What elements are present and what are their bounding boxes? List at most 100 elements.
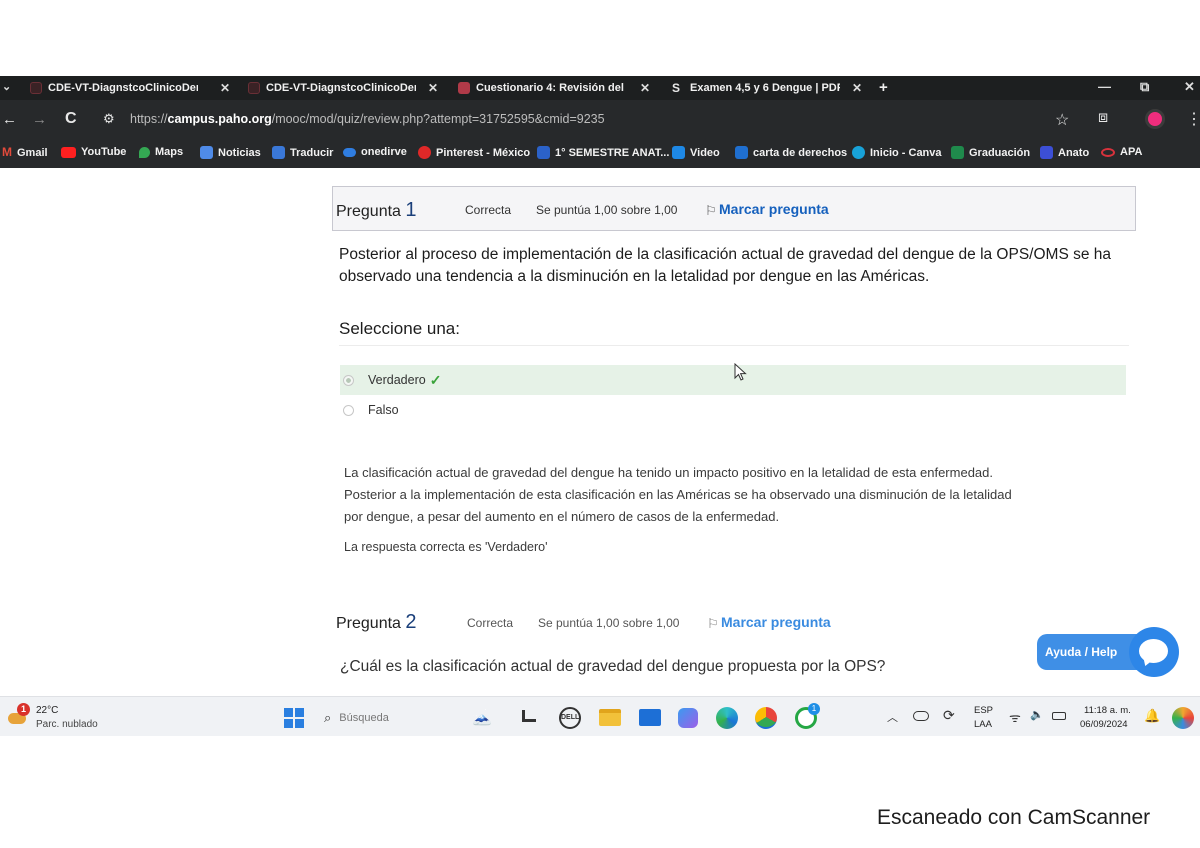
bookmark-graduacion[interactable]: Graduación [951, 146, 1030, 159]
flag-question-link[interactable]: Marcar pregunta [719, 201, 829, 217]
notification-bell-icon[interactable]: 🔔 [1144, 708, 1160, 724]
url-path: /mooc/mod/quiz/review.php?attempt=317525… [271, 112, 605, 126]
bookmark-maps[interactable]: Maps [139, 146, 183, 158]
forward-icon[interactable]: → [32, 111, 47, 128]
whatsapp-badge: 1 [808, 703, 820, 715]
clock-time[interactable]: 11:18 a. m. [1084, 705, 1131, 716]
question-state: Correcta [465, 203, 512, 217]
bookmark-youtube[interactable]: YouTube [61, 146, 126, 158]
bookmark-word-doc[interactable]: 1° SEMESTRE ANAT... [537, 146, 669, 159]
url-field[interactable]: https://campus.paho.org/mooc/mod/quiz/re… [130, 112, 605, 126]
bookmark-video[interactable]: Video [672, 146, 720, 159]
tab-2[interactable]: CDE-VT-DiagnstcoClinicoDeng ✕ [248, 76, 438, 100]
weather-widget[interactable]: 1 22°C Parc. nublado [8, 703, 118, 733]
bookmark-traducir[interactable]: Traducir [272, 146, 333, 159]
close-tab-icon[interactable]: ✕ [220, 81, 230, 95]
close-tab-icon[interactable]: ✕ [428, 81, 438, 95]
mail-icon[interactable] [639, 709, 661, 726]
bookmark-carta[interactable]: carta de derechos [735, 146, 847, 159]
weather-text: Parc. nublado [36, 719, 98, 730]
chrome-icon[interactable] [755, 707, 777, 729]
keyboard-layout[interactable]: LAA [974, 719, 992, 730]
dell-app-icon[interactable]: DELL [559, 707, 581, 729]
bookmark-anato[interactable]: Anato [1040, 146, 1089, 159]
bookmark-star-icon[interactable]: ☆ [1055, 110, 1069, 130]
bookmark-label: YouTube [81, 146, 127, 158]
translate-icon [272, 146, 285, 159]
extensions-icon[interactable]: ⧈ [1098, 109, 1108, 127]
profile-avatar[interactable] [1145, 109, 1165, 129]
scanner-watermark: Escaneado con CamScanner [877, 806, 1151, 829]
pinterest-icon [418, 146, 431, 159]
battery-icon[interactable] [1052, 712, 1066, 720]
bookmark-apa[interactable]: APA [1101, 146, 1142, 158]
close-tab-icon[interactable]: ✕ [640, 81, 650, 95]
bookmark-label: Maps [155, 146, 184, 158]
tab-3-active[interactable]: Cuestionario 4: Revisión del int ✕ [458, 76, 650, 100]
option-label: Verdadero [368, 373, 426, 387]
radio-button[interactable] [343, 404, 354, 416]
sync-icon[interactable]: ⟳ [943, 707, 955, 724]
reload-icon[interactable]: C [65, 110, 77, 128]
taskbar-search[interactable]: ⌕ Búsqueda [318, 705, 468, 731]
cloud-icon [343, 147, 356, 157]
file-explorer-icon[interactable] [599, 709, 621, 726]
task-view-icon[interactable] [522, 710, 536, 722]
bookmark-label: Inicio - Canva [870, 146, 942, 159]
question-2-info: Pregunta 2 Correcta Se puntúa 1,00 sobre… [336, 608, 936, 638]
question-number: 2 [405, 611, 417, 633]
excel-icon [951, 146, 964, 159]
scribd-favicon-icon: S [672, 81, 681, 95]
question-title: Pregunta 1 [336, 199, 417, 222]
help-widget[interactable]: Ayuda / Help [1037, 627, 1179, 677]
tab-bar: ⌄ CDE-VT-DiagnstcoClinicoDeng ✕ CDE-VT-D… [0, 76, 1200, 100]
windows-start-icon[interactable] [284, 708, 304, 728]
restore-icon[interactable]: ⧉ [1140, 79, 1149, 95]
answer-option-verdadero[interactable]: Verdadero ✓ [340, 365, 1126, 395]
tab-1[interactable]: CDE-VT-DiagnstcoClinicoDeng ✕ [30, 76, 230, 100]
option-label: Falso [368, 403, 399, 417]
bookmark-pinterest[interactable]: Pinterest - México [418, 146, 530, 159]
video-icon [672, 146, 685, 159]
bookmark-label: Pinterest - México [436, 146, 531, 159]
bookmark-onedrive[interactable]: onedirve [343, 146, 407, 158]
tab-4[interactable]: S Examen 4,5 y 6 Dengue | PDF | ✕ [672, 76, 862, 100]
apa-icon [1101, 147, 1115, 157]
volume-icon[interactable]: 🔈 [1030, 708, 1044, 721]
answer-option-falso[interactable]: Falso [340, 395, 1126, 425]
chat-bubble-icon[interactable] [1129, 627, 1179, 677]
maps-pin-icon [139, 146, 150, 158]
radio-button[interactable] [343, 374, 354, 386]
question-grade: Se puntúa 1,00 sobre 1,00 [538, 616, 680, 630]
language-code[interactable]: ESP [974, 705, 993, 716]
onedrive-cloud-icon[interactable] [913, 711, 929, 721]
bookmark-label: APA [1120, 146, 1143, 158]
bookmark-gmail[interactable]: M Gmail [2, 146, 48, 159]
show-hidden-icons-chevron[interactable]: ︿ [887, 709, 898, 725]
feedback-line-2: Posterior a la implementación de esta cl… [344, 487, 1012, 502]
prompt-divider [339, 345, 1129, 346]
close-window-icon[interactable]: ✕ [1184, 79, 1195, 95]
bookmark-noticias[interactable]: Noticias [200, 146, 261, 159]
widgets-icon[interactable]: 🗻 [472, 707, 492, 727]
bookmark-label: Gmail [17, 146, 48, 159]
clock-date[interactable]: 06/09/2024 [1080, 719, 1128, 730]
new-tab-button[interactable]: + [879, 79, 888, 96]
wifi-icon[interactable]: ᯤ [1009, 708, 1021, 726]
edge-icon[interactable] [716, 707, 738, 729]
close-tab-icon[interactable]: ✕ [852, 81, 862, 95]
back-icon[interactable]: ← [2, 111, 17, 128]
copilot-color-icon[interactable] [1172, 707, 1194, 729]
site-settings-icon[interactable]: ⚙ [103, 111, 115, 127]
copilot-icon[interactable] [678, 708, 698, 728]
news-icon [200, 146, 213, 159]
bookmark-canva[interactable]: Inicio - Canva [852, 146, 942, 159]
tab-list-chevron-icon[interactable]: ⌄ [2, 80, 11, 93]
minimize-icon[interactable]: — [1098, 79, 1111, 94]
gmail-icon: M [2, 145, 12, 159]
question-2-text: ¿Cuál es la clasificación actual de grav… [340, 658, 886, 675]
feedback-line-1: La clasificación actual de gravedad del … [344, 465, 993, 480]
flag-question-link[interactable]: Marcar pregunta [721, 614, 831, 630]
mouse-cursor-icon [734, 363, 747, 381]
menu-icon[interactable]: ⋮ [1186, 109, 1200, 129]
